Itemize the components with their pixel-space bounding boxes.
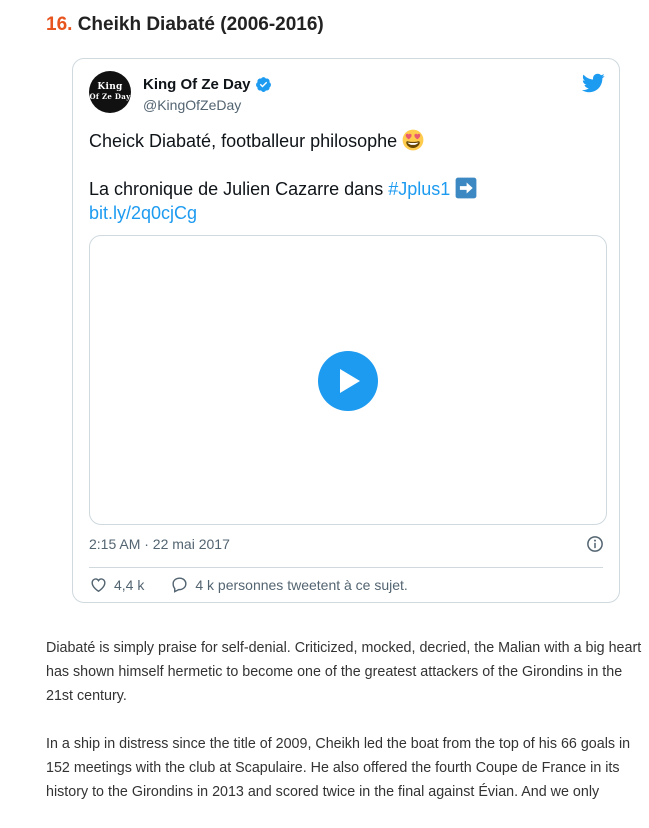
section-number: 16. [46, 14, 73, 35]
hashtag-link[interactable]: #Jplus1 [388, 179, 450, 199]
tweet-line-2: La chronique de Julien Cazarre dans [89, 179, 389, 199]
like-count: 4,4 k [114, 576, 145, 593]
like-action[interactable]: 4,4 k [89, 575, 144, 594]
heart-eyes-emoji-icon [402, 129, 424, 151]
author-handle[interactable]: @KingOfZeDay [143, 97, 241, 113]
heart-icon [91, 578, 106, 593]
paragraph-1: Diabaté is simply praise for self-denial… [46, 640, 642, 704]
verified-badge-icon [255, 77, 271, 92]
paragraph-2: In a ship in distress since the title of… [46, 736, 631, 800]
reply-action[interactable]: 4 k personnes tweetent à ce sujet. [170, 575, 408, 594]
video-player[interactable] [89, 235, 607, 525]
avatar-line-1: King [97, 82, 123, 92]
right-arrow-emoji-icon [455, 177, 477, 199]
author-row: King Of Ze Day [143, 76, 272, 93]
play-icon [340, 369, 360, 393]
tweet-actions: 4,4 k 4 k personnes tweetent à ce sujet. [89, 575, 434, 594]
info-icon[interactable] [586, 535, 604, 553]
reply-bubble-icon [172, 577, 187, 593]
tweet-timestamp[interactable]: 2:15 AM · 22 mai 2017 [89, 536, 230, 552]
tweet-text: Cheick Diabaté, footballeur philosophe L… [89, 129, 609, 225]
tweet-line-1: Cheick Diabaté, footballeur philosophe [89, 131, 398, 151]
avatar[interactable]: King Of Ze Day [89, 71, 131, 113]
short-url-link[interactable]: bit.ly/2q0cjCg [89, 203, 197, 223]
twitter-bird-icon[interactable] [581, 71, 605, 95]
article-body: Diabaté is simply praise for self-denial… [46, 636, 646, 828]
section-title: Cheikh Diabaté (2006-2016) [77, 14, 324, 35]
author-name[interactable]: King Of Ze Day [143, 76, 251, 93]
section-heading: 16. Cheikh Diabaté (2006-2016) [46, 14, 324, 36]
embedded-tweet[interactable]: King Of Ze Day King Of Ze Day @KingOfZeD… [72, 58, 620, 603]
reply-text: 4 k personnes tweetent à ce sujet. [195, 576, 408, 593]
avatar-line-2: Of Ze Day [89, 92, 131, 101]
play-button[interactable] [318, 351, 378, 411]
divider [89, 567, 603, 568]
